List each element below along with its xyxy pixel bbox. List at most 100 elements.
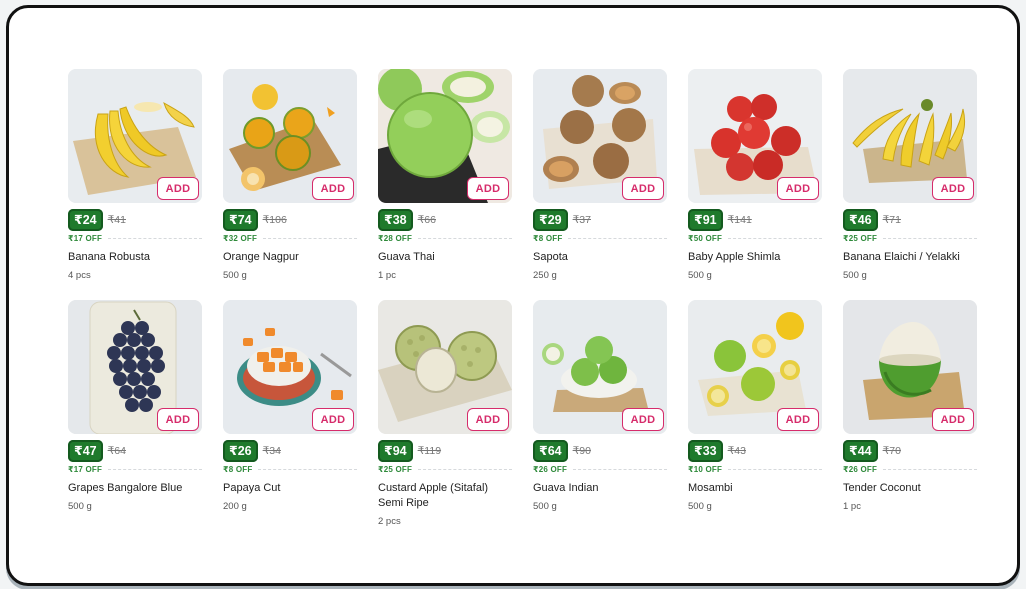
mrp-price: ₹64 (107, 445, 126, 457)
add-button[interactable]: ADD (777, 408, 819, 431)
product-quantity: 1 pc (378, 270, 396, 281)
divider (883, 238, 977, 239)
product-quantity: 1 pc (843, 501, 861, 512)
divider (108, 469, 202, 470)
product-name[interactable]: Orange Nagpur (223, 250, 357, 265)
add-button[interactable]: ADD (312, 408, 354, 431)
add-button[interactable]: ADD (777, 177, 819, 200)
sapota-image: ADD (533, 69, 667, 203)
mrp-price: ₹106 (262, 214, 287, 226)
product-card[interactable]: ADD ₹91 ₹141 ₹50 OFF Baby Apple Shimla 5… (688, 69, 822, 300)
add-button[interactable]: ADD (467, 408, 509, 431)
mrp-price: ₹43 (727, 445, 746, 457)
orange-image: ADD (223, 69, 357, 203)
add-button[interactable]: ADD (157, 408, 199, 431)
price-badge: ₹44 (843, 440, 878, 462)
add-button[interactable]: ADD (467, 177, 509, 200)
add-button[interactable]: ADD (622, 177, 664, 200)
discount-label: ₹28 OFF (378, 234, 413, 243)
price-badge: ₹24 (68, 209, 103, 231)
product-card[interactable]: ADD ₹29 ₹37 ₹8 OFF Sapota 250 g (533, 69, 667, 300)
coconut-image: ADD (843, 300, 977, 434)
product-name[interactable]: Tender Coconut (843, 481, 977, 496)
discount-label: ₹10 OFF (688, 465, 723, 474)
discount-label: ₹25 OFF (378, 465, 413, 474)
discount-label: ₹8 OFF (223, 465, 253, 474)
add-button[interactable]: ADD (157, 177, 199, 200)
mrp-price: ₹66 (417, 214, 436, 226)
price-badge: ₹74 (223, 209, 258, 231)
mrp-price: ₹90 (572, 445, 591, 457)
discount-label: ₹26 OFF (533, 465, 568, 474)
grapes-image: ADD (68, 300, 202, 434)
product-name[interactable]: Guava Indian (533, 481, 667, 496)
product-quantity: 2 pcs (378, 516, 401, 527)
price-badge: ₹33 (688, 440, 723, 462)
divider (418, 238, 512, 239)
discount-label: ₹8 OFF (533, 234, 563, 243)
product-card[interactable]: ADD ₹94 ₹119 ₹25 OFF Custard Apple (Sita… (378, 300, 512, 531)
banana-elaichi-image: ADD (843, 69, 977, 203)
divider (883, 469, 977, 470)
divider (573, 469, 667, 470)
product-quantity: 500 g (68, 501, 92, 512)
product-name[interactable]: Guava Thai (378, 250, 512, 265)
product-name[interactable]: Grapes Bangalore Blue (68, 481, 202, 496)
product-quantity: 200 g (223, 501, 247, 512)
product-card[interactable]: ADD ₹26 ₹34 ₹8 OFF Papaya Cut 200 g (223, 300, 357, 531)
product-quantity: 500 g (688, 270, 712, 281)
custard-apple-image: ADD (378, 300, 512, 434)
product-name[interactable]: Baby Apple Shimla (688, 250, 822, 265)
product-name[interactable]: Custard Apple (Sitafal) Semi Ripe (378, 481, 512, 511)
add-button[interactable]: ADD (932, 177, 974, 200)
add-button[interactable]: ADD (312, 177, 354, 200)
product-quantity: 500 g (843, 270, 867, 281)
product-grid: ADD ₹24 ₹41 ₹17 OFF Banana Robusta 4 pcs (68, 69, 977, 531)
product-card[interactable]: ADD ₹46 ₹71 ₹25 OFF Banana Elaichi / Yel… (843, 69, 977, 300)
product-quantity: 500 g (533, 501, 557, 512)
product-name[interactable]: Banana Robusta (68, 250, 202, 265)
product-card[interactable]: ADD ₹47 ₹64 ₹17 OFF Grapes Bangalore Blu… (68, 300, 202, 531)
product-card[interactable]: ADD ₹24 ₹41 ₹17 OFF Banana Robusta 4 pcs (68, 69, 202, 300)
discount-label: ₹25 OFF (843, 234, 878, 243)
divider (568, 238, 667, 239)
product-card[interactable]: ADD ₹33 ₹43 ₹10 OFF Mosambi 500 g (688, 300, 822, 531)
discount-label: ₹26 OFF (843, 465, 878, 474)
price-badge: ₹47 (68, 440, 103, 462)
product-quantity: 500 g (223, 270, 247, 281)
product-name[interactable]: Banana Elaichi / Yelakki (843, 250, 977, 265)
mrp-price: ₹141 (727, 214, 752, 226)
divider (258, 469, 357, 470)
price-badge: ₹64 (533, 440, 568, 462)
price-badge: ₹38 (378, 209, 413, 231)
product-name[interactable]: Sapota (533, 250, 667, 265)
mrp-price: ₹71 (882, 214, 901, 226)
add-button[interactable]: ADD (932, 408, 974, 431)
product-name[interactable]: Mosambi (688, 481, 822, 496)
product-name[interactable]: Papaya Cut (223, 481, 357, 496)
discount-label: ₹17 OFF (68, 465, 103, 474)
mrp-price: ₹34 (262, 445, 281, 457)
screenshot-frame: ADD ₹24 ₹41 ₹17 OFF Banana Robusta 4 pcs (6, 5, 1020, 586)
discount-label: ₹17 OFF (68, 234, 103, 243)
guava-indian-image: ADD (533, 300, 667, 434)
product-card[interactable]: ADD ₹64 ₹90 ₹26 OFF Guava Indian 500 g (533, 300, 667, 531)
guava-image: ADD (378, 69, 512, 203)
apple-image: ADD (688, 69, 822, 203)
divider (728, 469, 822, 470)
banana-image: ADD (68, 69, 202, 203)
price-badge: ₹26 (223, 440, 258, 462)
divider (108, 238, 202, 239)
divider (728, 238, 822, 239)
mrp-price: ₹70 (882, 445, 901, 457)
product-card[interactable]: ADD ₹74 ₹106 ₹32 OFF Orange Nagpur 500 g (223, 69, 357, 300)
price-badge: ₹46 (843, 209, 878, 231)
price-badge: ₹94 (378, 440, 413, 462)
product-quantity: 4 pcs (68, 270, 91, 281)
add-button[interactable]: ADD (622, 408, 664, 431)
product-card[interactable]: ADD ₹44 ₹70 ₹26 OFF Tender Coconut 1 pc (843, 300, 977, 531)
product-card[interactable]: ADD ₹38 ₹66 ₹28 OFF Guava Thai 1 pc (378, 69, 512, 300)
papaya-image: ADD (223, 300, 357, 434)
price-badge: ₹91 (688, 209, 723, 231)
discount-label: ₹32 OFF (223, 234, 258, 243)
